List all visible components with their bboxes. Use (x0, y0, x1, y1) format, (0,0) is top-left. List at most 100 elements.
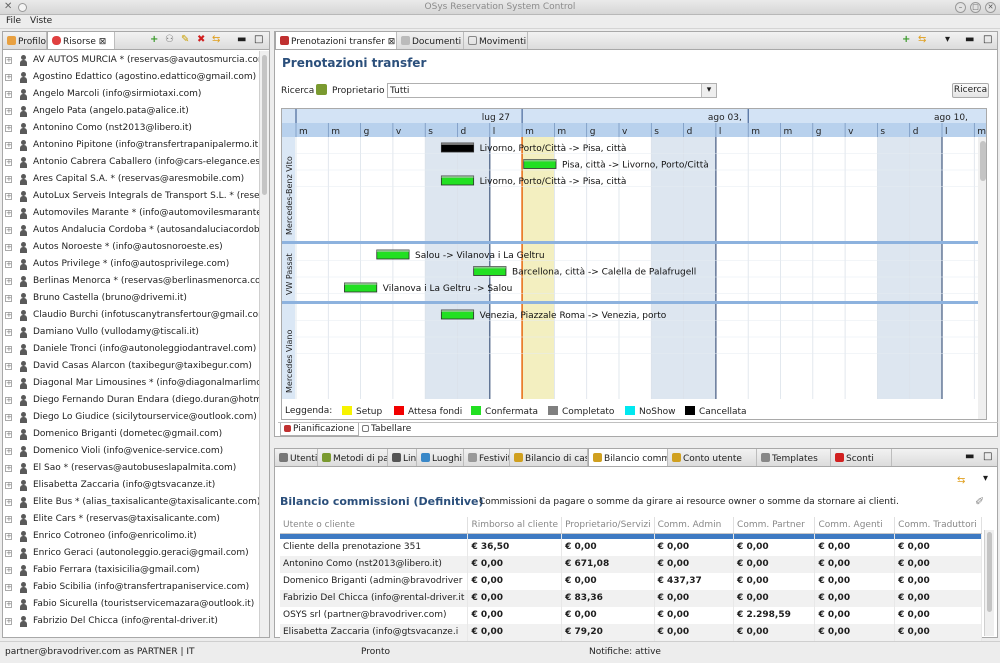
tree-item[interactable]: + Domenico Briganti (dometec@gmail.com) (3, 426, 259, 443)
table-row[interactable]: Elisabetta Zaccaria (info@gtsvacanze.i € … (280, 623, 982, 641)
maximize-button[interactable]: □ (970, 2, 981, 13)
expand-icon[interactable]: + (5, 380, 12, 387)
tree-item[interactable]: + Berlinas Menorca * (reservas@berlinasme… (3, 273, 259, 290)
tree-item[interactable]: + Enrico Geraci (autonoleggio.geraci@gmai… (3, 545, 259, 562)
expand-icon[interactable]: + (5, 516, 12, 523)
search-button[interactable]: Ricerca (952, 83, 989, 98)
column-header[interactable]: Comm. Partner (733, 517, 816, 534)
refresh-icon[interactable]: ⇆ (957, 476, 965, 486)
tab-prenotazioni-transfer[interactable]: Prenotazioni transfer ⊠ (275, 32, 397, 49)
tree-item[interactable]: + Automoviles Marante * (info@automoviles… (3, 205, 259, 222)
expand-icon[interactable]: + (5, 550, 12, 557)
tree-item[interactable]: + AutoLux Serveis Integrals de Transport … (3, 188, 259, 205)
bottom-tab[interactable]: Sconti (831, 449, 892, 466)
bottom-tab[interactable]: Bilancio commi... ⊠ (588, 449, 668, 466)
expand-icon[interactable]: + (5, 295, 12, 302)
tree-item[interactable]: + Diego Lo Giudice (sicilytourservice@out… (3, 409, 259, 426)
view-menu-icon[interactable]: ▾ (945, 35, 950, 45)
column-header[interactable]: Comm. Traduttori (894, 517, 982, 534)
expand-icon[interactable]: + (5, 567, 12, 574)
bottom-tab[interactable]: Metodi di paga... (318, 449, 388, 466)
tree-item[interactable]: + Elisabetta Zaccaria (info@gtsvacanze.it… (3, 477, 259, 494)
brush-icon[interactable]: ✐ (975, 495, 984, 508)
bottom-tab[interactable]: Lingue (388, 449, 417, 466)
expand-icon[interactable]: + (5, 142, 12, 149)
scroll-thumb[interactable] (262, 55, 267, 195)
expand-icon[interactable]: + (5, 312, 12, 319)
tree-item[interactable]: + Antonino Pipitone (info@transfertrapani… (3, 137, 259, 154)
expand-icon[interactable]: + (5, 91, 12, 98)
edit-icon[interactable]: ✎ (181, 35, 189, 45)
subtab-tabellare[interactable]: Tabellare (362, 424, 411, 434)
refresh-icon[interactable]: ⇆ (918, 35, 926, 45)
menu-viste[interactable]: Viste (30, 16, 52, 26)
expand-icon[interactable]: + (5, 448, 12, 455)
table-row[interactable]: Cliente della prenotazione 351 € 36,50 € 0… (280, 538, 982, 556)
tab-documenti[interactable]: Documenti (397, 32, 464, 49)
column-header[interactable]: Utente o cliente (280, 517, 469, 534)
expand-icon[interactable]: + (5, 499, 12, 506)
expand-icon[interactable]: + (5, 159, 12, 166)
minimize-view-icon[interactable]: ▬ (237, 35, 246, 45)
menu-file[interactable]: File (6, 16, 21, 26)
view-menu-icon[interactable]: ▾ (983, 474, 988, 484)
expand-icon[interactable]: + (5, 584, 12, 591)
tree-item[interactable]: + Damiano Vullo (vullodamy@tiscali.it) (3, 324, 259, 341)
bottom-tab[interactable]: Bilancio di cass... (510, 449, 588, 466)
minimize-button[interactable]: – (955, 2, 966, 13)
bottom-tab[interactable]: Templates (757, 449, 831, 466)
minimize-view-icon[interactable]: ▬ (965, 452, 974, 462)
tree-item[interactable]: + Fabio Ferrara (taxisicilia@gmail.com) (3, 562, 259, 579)
expand-icon[interactable]: + (5, 618, 12, 625)
expand-icon[interactable]: + (5, 108, 12, 115)
tree-item[interactable]: + Diagonal Mar Limousines * (info@diagona… (3, 375, 259, 392)
tree-item[interactable]: + Diego Fernando Duran Endara (diego.dura… (3, 392, 259, 409)
expand-icon[interactable]: + (5, 397, 12, 404)
expand-icon[interactable]: + (5, 261, 12, 268)
table-row[interactable]: Fabrizio Del Chicca (info@rental-driver.… (280, 589, 982, 607)
maximize-view-icon[interactable]: □ (254, 35, 263, 45)
chevron-down-icon[interactable]: ▾ (701, 84, 716, 97)
expand-icon[interactable]: + (5, 346, 12, 353)
tree-item[interactable]: + Fabio Sicurella (touristservicemazara@o… (3, 596, 259, 613)
bottom-tab[interactable]: Luoghi (417, 449, 464, 466)
people-icon[interactable]: ⚇ (165, 35, 174, 45)
expand-icon[interactable]: + (5, 533, 12, 540)
resource-scrollbar[interactable] (259, 51, 269, 637)
expand-icon[interactable]: + (5, 57, 12, 64)
expand-icon[interactable]: + (5, 363, 12, 370)
tree-item[interactable]: + Daniele Tronci (info@autonoleggiodantra… (3, 341, 259, 358)
expand-icon[interactable]: + (5, 431, 12, 438)
tree-item[interactable]: + Autos Noroeste * (info@autosnoroeste.es… (3, 239, 259, 256)
column-header[interactable]: Comm. Admin (654, 517, 735, 534)
tree-item[interactable]: + Claudio Burchi (infotuscanytransfertour… (3, 307, 259, 324)
gantt-scroll-thumb[interactable] (980, 141, 986, 181)
close-tab-icon[interactable]: ⊠ (388, 37, 396, 47)
tree-item[interactable]: + Domenico Violi (info@venice-service.com… (3, 443, 259, 460)
tree-item[interactable]: + El Sao * (reservas@autobuseslapalmita.c… (3, 460, 259, 477)
tree-item[interactable]: + David Casas Alarcon (taxibegur@taxibegu… (3, 358, 259, 375)
tree-item[interactable]: + Elite Bus * (alias_taxisalicante@taxisa… (3, 494, 259, 511)
column-header[interactable]: Rimborso al cliente (467, 517, 563, 534)
expand-icon[interactable]: + (5, 193, 12, 200)
column-header[interactable]: Proprietario/Servizi (561, 517, 655, 534)
expand-icon[interactable]: + (5, 329, 12, 336)
tree-item[interactable]: + Bruno Castella (bruno@drivemi.it) (3, 290, 259, 307)
tree-item[interactable]: + Agostino Edattico (agostino.edattico@gm… (3, 69, 259, 86)
expand-icon[interactable]: + (5, 278, 12, 285)
add-icon[interactable]: + (902, 35, 910, 45)
expand-icon[interactable]: + (5, 482, 12, 489)
tree-item[interactable]: + Fabrizio Del Chicca (info@rental-driver… (3, 613, 259, 630)
delete-icon[interactable]: ✖ (197, 35, 205, 45)
close-button[interactable]: ✕ (985, 2, 996, 13)
refresh-icon[interactable]: ⇆ (212, 35, 220, 45)
owner-select[interactable]: Tutti ▾ (387, 83, 717, 98)
expand-icon[interactable]: + (5, 244, 12, 251)
expand-icon[interactable]: + (5, 414, 12, 421)
tree-item[interactable]: + Elite Cars * (reservas@taxisalicante.co… (3, 511, 259, 528)
expand-icon[interactable]: + (5, 125, 12, 132)
tab-risorse[interactable]: Risorse ⊠ (47, 32, 115, 49)
expand-icon[interactable]: + (5, 227, 12, 234)
bottom-tab[interactable]: Conto utente (668, 449, 757, 466)
bottom-tab[interactable]: Utenti (275, 449, 318, 466)
